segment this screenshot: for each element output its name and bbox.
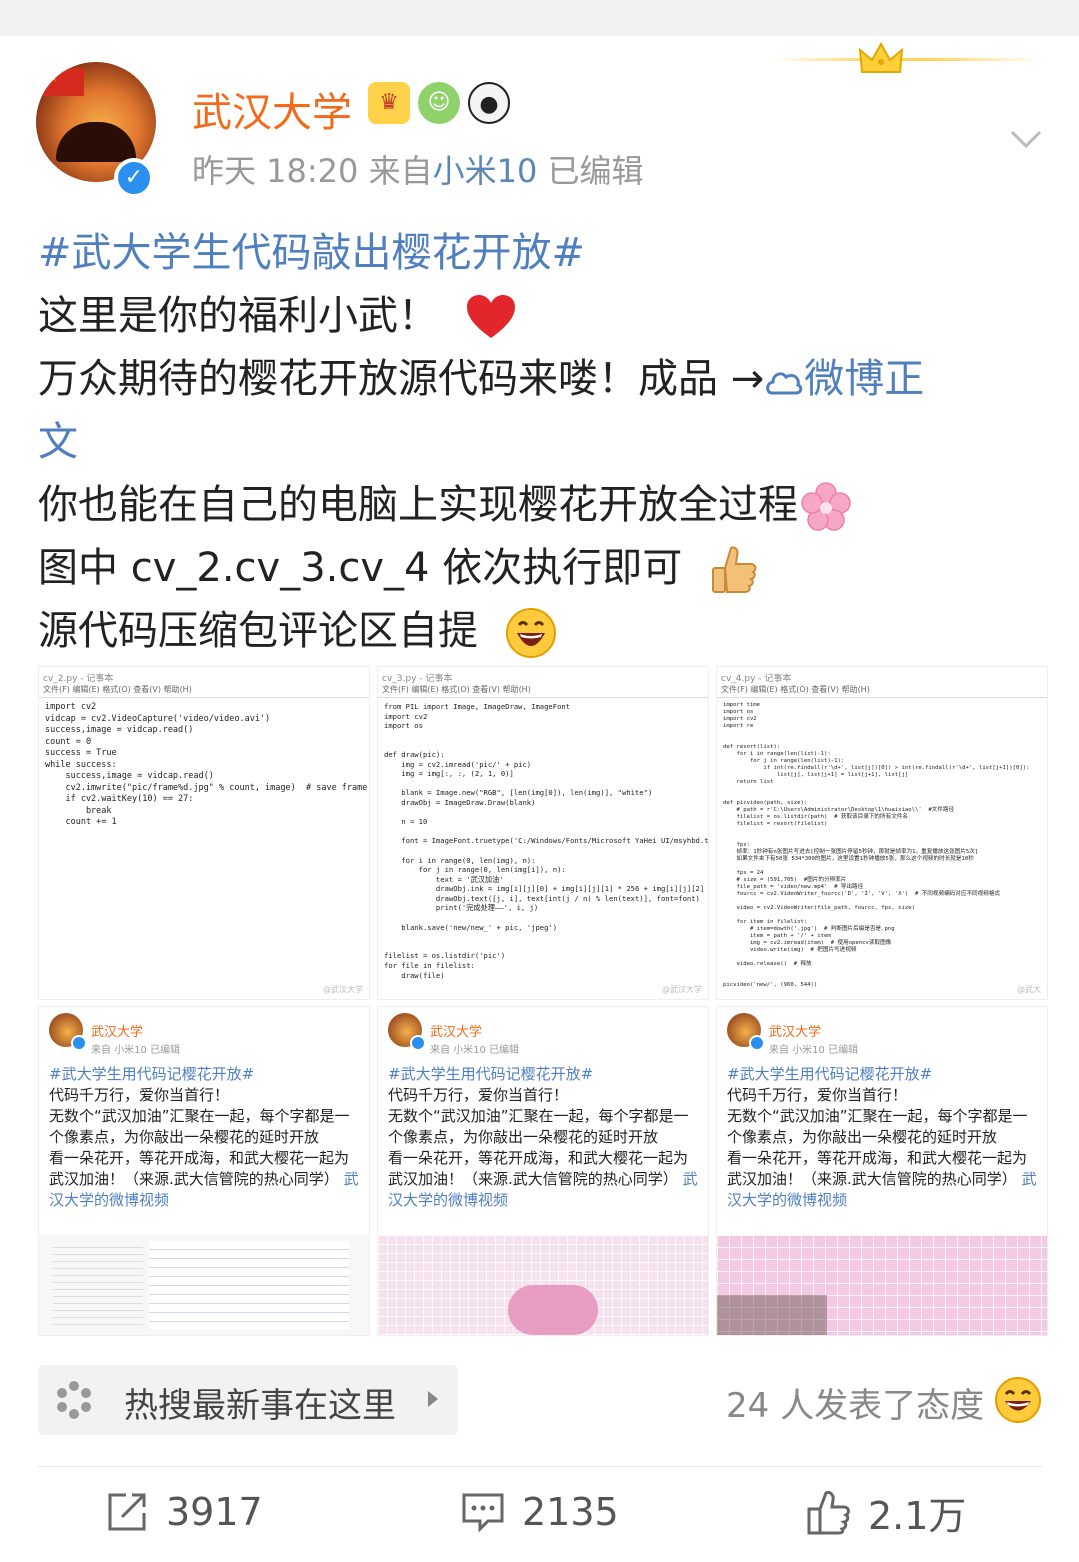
watermark: @武汉大学 (662, 985, 702, 994)
post-line-4: 图中 cv_2.cv_3.cv_4 依次执行即可 (38, 545, 683, 591)
post-source[interactable]: 小米10 (433, 152, 538, 190)
mini-username: 武汉大学 (91, 1024, 144, 1040)
repost-count: 3917 (166, 1490, 263, 1534)
pavilion-silhouette (56, 122, 136, 162)
code-text: from PIL import Image, ImageDraw, ImageF… (384, 702, 709, 980)
weibo-link-text-cont[interactable]: 文 (38, 419, 78, 465)
hashtag-link[interactable]: #武大学生代码敲出樱花开放# (38, 230, 585, 276)
repost-button[interactable]: 3917 (104, 1486, 263, 1538)
mini-from: 来自 (769, 1045, 789, 1056)
post-line-2: 万众期待的樱花开放源代码来喽！成品 → (38, 356, 765, 402)
mini-source: 小米10 (453, 1045, 486, 1056)
post-line-1: 这里是你的福利小武！ (38, 293, 438, 339)
mini-from: 来自 (430, 1045, 450, 1056)
notepad-menu: 文件(F) 编辑(E) 格式(O) 查看(V) 帮助(H) (378, 684, 708, 698)
mini-source: 小米10 (792, 1045, 825, 1056)
mini-edited: 已编辑 (489, 1045, 520, 1056)
watermark: @武大 (1017, 985, 1041, 994)
image-code-cv2[interactable]: cv_2.py - 记事本 文件(F) 编辑(E) 格式(O) 查看(V) 帮助… (38, 666, 370, 1000)
username[interactable]: 武汉大学 (192, 80, 352, 138)
weibo-link-text[interactable]: 微博正 (804, 356, 924, 402)
mini-username: 武汉大学 (769, 1024, 822, 1040)
user-badges: ♛ ☺ ● (368, 82, 510, 124)
header-decoration (770, 58, 1040, 61)
comment-icon (462, 1493, 504, 1533)
mini-hashtag: #武大学生用代码记樱花开放# (727, 1065, 933, 1083)
chevron-down-icon[interactable] (1010, 122, 1042, 154)
hot-search-bar[interactable]: 热搜最新事在这里 (38, 1365, 458, 1435)
mini-line-3: 看一朵花开，等花开成海，和武大樱花一起为武汉加油！（来源.武大信管院的热心同学） (49, 1149, 350, 1188)
mini-line-1: 代码千万行，爱你当首行！ (388, 1086, 569, 1104)
mini-hashtag: #武大学生用代码记樱花开放# (388, 1065, 594, 1083)
weibo-link-icon[interactable] (764, 363, 804, 399)
thumbs-up-icon (711, 546, 757, 593)
from-label: 来自 (368, 152, 433, 190)
mini-source: 小米10 (114, 1045, 147, 1056)
flag-icon (42, 68, 84, 96)
mini-username: 武汉大学 (430, 1024, 483, 1040)
watermark: @武汉大学 (323, 985, 363, 994)
hot-search-icon (57, 1381, 91, 1419)
code-text: import time import os import cv2 import … (723, 702, 1030, 988)
mini-line-2: 无数个“武汉加油”汇聚在一起，每个字都是一个像素点，为你敲出一朵樱花的延时开放 (49, 1107, 350, 1146)
crown-icon (858, 42, 904, 73)
post-text: #武大学生代码敲出樱花开放# 这里是你的福利小武！ 万众期待的樱花开放源代码来喽… (38, 222, 1038, 663)
avatar (388, 1013, 426, 1051)
notepad-title: cv_4.py - 记事本 (721, 674, 792, 684)
frog-badge-icon[interactable]: ☺ (418, 82, 460, 124)
divider (38, 1466, 1042, 1467)
image-post-shot-1[interactable]: 武汉大学 来自 小米10 已编辑 #武大学生用代码记樱花开放# 代码千万行，爱你… (38, 1006, 370, 1336)
mini-hashtag: #武大学生用代码记樱花开放# (49, 1065, 255, 1083)
like-icon (807, 1491, 850, 1535)
verified-icon: ✓ (114, 158, 154, 198)
code-text: import cv2 vidcap = cv2.VideoCapture('vi… (45, 702, 368, 827)
notepad-menu: 文件(F) 编辑(E) 格式(O) 查看(V) 帮助(H) (39, 684, 369, 698)
notepad-title: cv_2.py - 记事本 (43, 674, 114, 684)
post-meta: 昨天 18:20 来自小米10 已编辑 (192, 146, 644, 192)
top-separator (0, 0, 1079, 36)
post-line-5: 源代码压缩包评论区自提 (38, 608, 478, 654)
heart-icon (466, 295, 515, 338)
cherry-blossom-icon (801, 482, 851, 531)
panda-badge-icon[interactable]: ● (468, 82, 510, 124)
like-button[interactable]: 2.1万 (806, 1486, 966, 1538)
edited-label[interactable]: 已编辑 (548, 152, 644, 190)
pixel-blossom-screenshot (378, 1235, 708, 1335)
repost-icon (108, 1493, 146, 1531)
comment-count: 2135 (522, 1490, 619, 1534)
mini-edited: 已编辑 (828, 1045, 859, 1056)
weibo-post-card: ✓ 武汉大学 ♛ ☺ ● 昨天 18:20 来自小米10 已编辑 #武大学生代码… (0, 36, 1079, 1562)
grin-icon (505, 608, 556, 658)
mini-line-2: 无数个“武汉加油”汇聚在一起，每个字都是一个像素点，为你敲出一朵樱花的延时开放 (727, 1107, 1028, 1146)
mini-line-2: 无数个“武汉加油”汇聚在一起，每个字都是一个像素点，为你敲出一朵樱花的延时开放 (388, 1107, 689, 1146)
mini-line-3: 看一朵花开，等花开成海，和武大樱花一起为武汉加油！（来源.武大信管院的热心同学） (727, 1149, 1028, 1188)
image-code-cv3[interactable]: cv_3.py - 记事本 文件(F) 编辑(E) 格式(O) 查看(V) 帮助… (377, 666, 709, 1000)
hot-search-label: 热搜最新事在这里 (124, 1386, 396, 1426)
mini-line-1: 代码千万行，爱你当首行！ (49, 1086, 230, 1104)
image-code-cv4[interactable]: cv_4.py - 记事本 文件(F) 编辑(E) 格式(O) 查看(V) 帮助… (716, 666, 1048, 1000)
vip-badge-icon[interactable]: ♛ (368, 82, 410, 124)
pixel-blossom-screenshot (717, 1235, 1047, 1335)
notepad-title: cv_3.py - 记事本 (382, 674, 453, 684)
comment-button[interactable]: 2135 (460, 1486, 619, 1538)
mini-line-1: 代码千万行，爱你当首行！ (727, 1086, 908, 1104)
post-time: 昨天 18:20 (192, 152, 359, 190)
notepad-menu: 文件(F) 编辑(E) 格式(O) 查看(V) 帮助(H) (717, 684, 1047, 698)
ide-screenshot (39, 1235, 369, 1335)
mini-from: 来自 (91, 1045, 111, 1056)
avatar (49, 1013, 87, 1051)
image-post-shot-3[interactable]: 武汉大学 来自 小米10 已编辑 #武大学生用代码记樱花开放# 代码千万行，爱你… (716, 1006, 1048, 1336)
avatar (727, 1013, 765, 1051)
like-count: 2.1万 (868, 1493, 967, 1538)
smile-icon[interactable] (994, 1376, 1042, 1424)
post-line-3: 你也能在自己的电脑上实现樱花开放全过程 (38, 482, 798, 528)
mini-line-3: 看一朵花开，等花开成海，和武大樱花一起为武汉加油！（来源.武大信管院的热心同学） (388, 1149, 689, 1188)
chevron-right-icon (428, 1391, 438, 1407)
mini-edited: 已编辑 (150, 1045, 181, 1056)
image-post-shot-2[interactable]: 武汉大学 来自 小米10 已编辑 #武大学生用代码记樱花开放# 代码千万行，爱你… (377, 1006, 709, 1336)
reactions-summary[interactable]: 24 人发表了态度 (726, 1378, 984, 1427)
